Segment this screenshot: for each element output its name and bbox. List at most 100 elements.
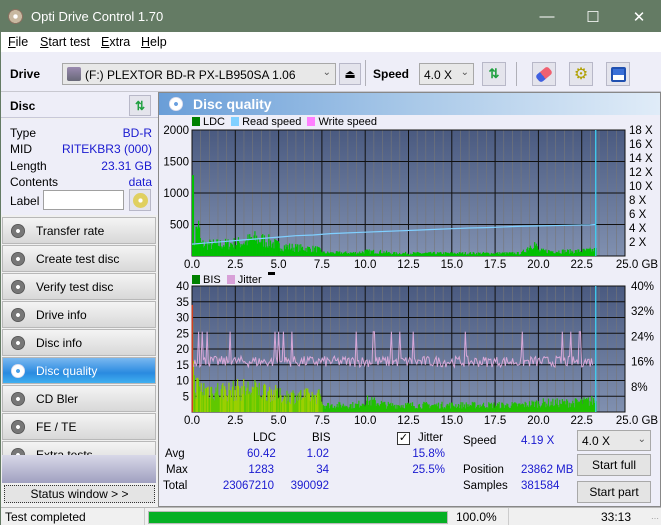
y2-tick-label: 10 X xyxy=(629,181,653,193)
disc-refresh-button[interactable]: ⇅ xyxy=(129,95,151,116)
start-full-button[interactable]: Start full xyxy=(577,454,651,476)
disc-header: Disc ⇅ xyxy=(1,92,158,118)
disc-nav-icon xyxy=(11,223,25,238)
save-button[interactable] xyxy=(606,62,630,86)
app-window: Opti Drive Control 1.70 — ☐ ✕ File Start… xyxy=(0,0,661,525)
jitter-label: Jitter xyxy=(418,432,443,444)
y2-tick-label: 18 X xyxy=(629,125,653,137)
minimize-button[interactable]: — xyxy=(524,1,570,32)
stats-total-label: Total xyxy=(163,480,188,492)
status-bar: Test completed 100.0% 33:13 ⋯ xyxy=(1,507,661,525)
jitter-checkbox[interactable]: ✓ xyxy=(397,432,410,445)
refresh-arrows-icon: ⇅ xyxy=(134,98,146,113)
menu-extra-label: xtra xyxy=(109,35,131,49)
disc-type-label: Type xyxy=(10,126,37,140)
status-window-button[interactable]: Status window > > xyxy=(4,485,155,503)
refresh-speed-button[interactable]: ⇅ xyxy=(482,62,506,86)
y-tick-label: 20 xyxy=(176,344,189,356)
x-tick-label: 25.0 GB xyxy=(616,259,659,271)
menu-bar: File Start test Extra Help xyxy=(1,32,661,52)
start-part-button[interactable]: Start part xyxy=(577,481,651,503)
disc-nav-icon xyxy=(11,279,25,294)
nav-create-test-disc[interactable]: Create test disc xyxy=(2,245,156,272)
x-tick-label: 0.0 xyxy=(184,259,200,271)
toolbar: Drive (F:) PLEXTOR BD-R PX-LB950SA 1.06 … xyxy=(1,52,661,92)
y-tick-label: 2000 xyxy=(163,125,189,137)
settings-button[interactable]: ⚙ xyxy=(569,62,593,86)
speed-value: 4.0 X xyxy=(424,68,453,82)
disc-type-value: BD-R xyxy=(122,126,152,140)
drive-icon xyxy=(67,67,81,81)
disc-contents-value: data xyxy=(128,175,152,189)
nav-label: CD Bler xyxy=(36,391,79,406)
y2-tick-label: 16 X xyxy=(629,139,653,151)
x-tick-label: 5.0 xyxy=(271,259,287,271)
disc-contents-label: Contents xyxy=(10,175,59,189)
progress-text: 100.0% xyxy=(456,510,497,524)
status-text: Test completed xyxy=(5,510,86,524)
drive-select[interactable]: (F:) PLEXTOR BD-R PX-LB950SA 1.06 ⌄ xyxy=(62,63,336,85)
disc-length-value: 23.31 GB xyxy=(101,159,152,173)
toolbar-separator xyxy=(516,62,517,86)
eraser-icon xyxy=(534,65,554,83)
nav-label: Drive info xyxy=(36,307,87,322)
disc-label-input[interactable] xyxy=(43,190,124,210)
speed-readout-label: Speed xyxy=(463,435,497,447)
stats-avg-label: Avg xyxy=(165,448,185,460)
x-tick-label: 12.5 xyxy=(397,259,419,271)
resize-grip-icon[interactable]: ⋯ xyxy=(651,514,659,523)
menu-help[interactable]: Help xyxy=(141,35,167,49)
nav-drive-info[interactable]: Drive info xyxy=(2,301,156,328)
x-tick-label: 2.5 xyxy=(227,259,243,271)
menu-file-accel: F xyxy=(8,35,16,49)
erase-button[interactable] xyxy=(532,62,556,86)
speed-select[interactable]: 4.0 X ⌄ xyxy=(419,63,474,85)
menu-extra[interactable]: Extra xyxy=(101,35,130,49)
close-button[interactable]: ✕ xyxy=(616,1,661,32)
progress-bar xyxy=(148,511,448,524)
y-tick-label: 30 xyxy=(176,313,189,325)
eject-button[interactable]: ⏏ xyxy=(339,63,361,85)
y-tick-label: 10 xyxy=(176,376,189,388)
nav-fe-te[interactable]: FE / TE xyxy=(2,413,156,440)
nav-disc-quality[interactable]: Disc quality xyxy=(2,357,156,384)
menu-file-label: ile xyxy=(15,35,29,49)
y2-tick-label: 2 X xyxy=(629,237,647,249)
position-value: 23862 MB xyxy=(521,464,574,476)
disc-length-label: Length xyxy=(10,159,47,173)
x-tick-label: 15.0 xyxy=(441,259,463,271)
menu-help-accel: H xyxy=(141,35,151,49)
disc-info-panel: Type BD-R MID RITEKBR3 (000) Length 23.3… xyxy=(1,119,158,215)
x-tick-label: 12.5 xyxy=(397,415,419,427)
menu-start-test[interactable]: Start test xyxy=(40,35,90,49)
x-tick-label: 2.5 xyxy=(227,415,243,427)
disc-mid-value: RITEKBR3 (000) xyxy=(61,142,152,156)
menu-start-test-label: tart test xyxy=(48,35,91,49)
disc-nav-icon xyxy=(11,419,25,434)
test-speed-select[interactable]: 4.0 X ⌄ xyxy=(577,430,651,451)
nav-transfer-rate[interactable]: Transfer rate xyxy=(2,217,156,244)
menu-file[interactable]: File xyxy=(8,35,28,49)
maximize-button[interactable]: ☐ xyxy=(570,1,616,32)
nav-verify-test-disc[interactable]: Verify test disc xyxy=(2,273,156,300)
stats-total-ldc: 23067210 xyxy=(222,480,274,492)
nav-disc-info[interactable]: Disc info xyxy=(2,329,156,356)
disc-nav-icon xyxy=(11,391,25,406)
drive-label: Drive xyxy=(10,67,41,81)
x-tick-label: 20.0 xyxy=(527,259,549,271)
y2-tick-label: 14 X xyxy=(629,153,653,165)
drive-value: (F:) PLEXTOR BD-R PX-LB950SA 1.06 xyxy=(85,68,296,82)
disc-quality-panel: Disc quality LDC Read speed Write speed … xyxy=(158,92,661,507)
stats-avg-bis: 1.02 xyxy=(306,448,329,460)
disc-label-label: Label xyxy=(10,194,40,208)
nav-cd-bler[interactable]: CD Bler xyxy=(2,385,156,412)
x-tick-label: 22.5 xyxy=(571,259,593,271)
menu-help-label: elp xyxy=(150,35,167,49)
y2-tick-label: 40% xyxy=(631,281,654,293)
y2-tick-label: 24% xyxy=(631,331,654,343)
disc-label-button[interactable] xyxy=(129,189,151,211)
stats-max-ldc: 1283 xyxy=(248,464,274,476)
x-tick-label: 5.0 xyxy=(271,415,287,427)
nav-label: Verify test disc xyxy=(36,279,114,294)
y2-tick-label: 8% xyxy=(631,382,648,394)
